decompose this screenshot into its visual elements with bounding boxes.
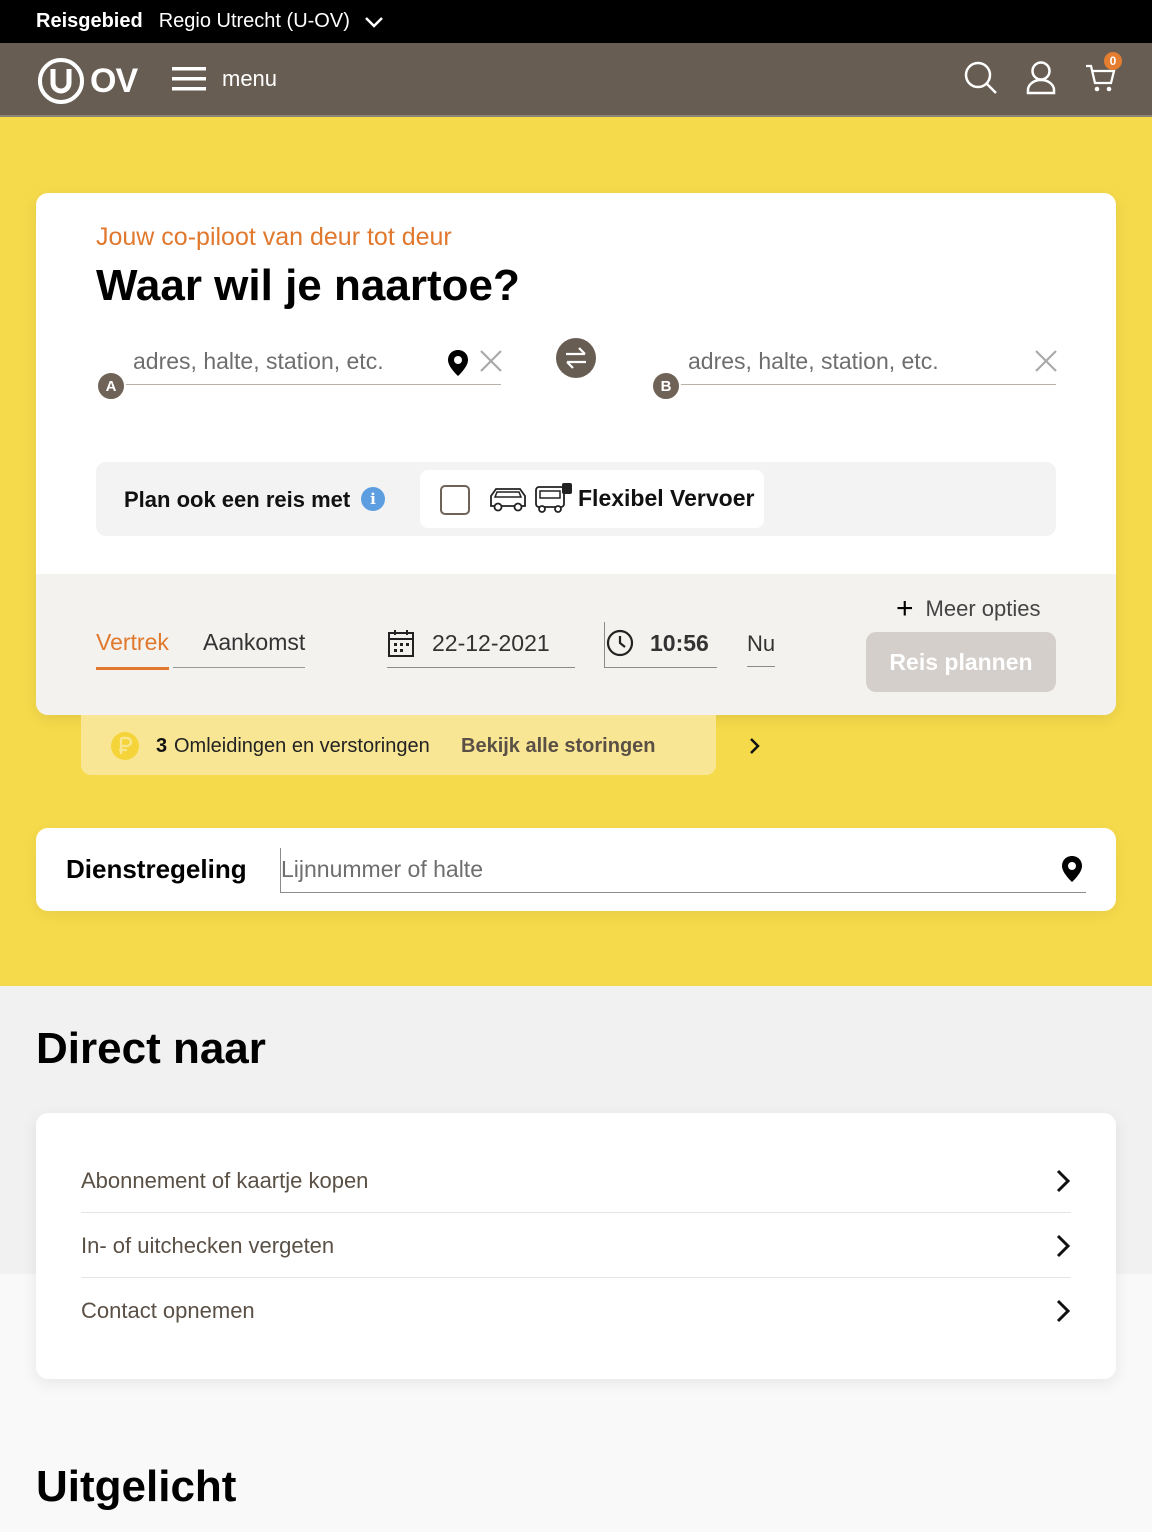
- direct-heading: Direct naar: [36, 1024, 266, 1073]
- planner-options: Vertrek Aankomst 22-12-2021 10:56 Nu + M…: [36, 574, 1116, 715]
- date-value: 22-12-2021: [432, 630, 550, 656]
- marker-a: A: [96, 371, 126, 401]
- flex-transport-label: Flexibel Vervoer: [578, 485, 755, 511]
- clear-from-icon[interactable]: [479, 349, 503, 378]
- timetable-placeholder: Lijnnummer of halte: [281, 856, 483, 882]
- featured-heading: Uitgelicht: [36, 1462, 237, 1511]
- region-label: Reisgebied: [36, 10, 143, 32]
- location-pin-icon[interactable]: [1061, 855, 1083, 888]
- region-bar: Reisgebied Regio Utrecht (U-OV): [0, 0, 1152, 43]
- region-selector[interactable]: Regio Utrecht (U-OV): [159, 10, 350, 33]
- logo-text: OV: [90, 61, 138, 100]
- direct-item-label: Abonnement of kaartje kopen: [81, 1168, 369, 1193]
- more-options-button[interactable]: + Meer opties: [896, 592, 1041, 625]
- chevron-right-icon: [749, 737, 761, 760]
- from-field[interactable]: adres, halte, station, etc. A: [96, 333, 503, 401]
- menu-label: menu: [222, 66, 278, 91]
- chevron-right-icon: [1055, 1298, 1071, 1329]
- site-header: OV menu: [0, 43, 1152, 117]
- marker-b: B: [651, 371, 681, 401]
- flex-bus-icon: [532, 482, 574, 519]
- flex-transport-option[interactable]: Flexibel Vervoer: [420, 470, 764, 528]
- user-icon[interactable]: [1025, 60, 1057, 101]
- direct-item-subscription[interactable]: Abonnement of kaartje kopen: [81, 1148, 1071, 1213]
- now-button[interactable]: Nu: [747, 631, 776, 667]
- view-disruptions-link[interactable]: Bekijk alle storingen: [461, 735, 656, 758]
- location-pin-icon[interactable]: [447, 349, 469, 382]
- tab-vertrek[interactable]: Vertrek: [96, 629, 169, 670]
- disruption-count: 3: [156, 735, 168, 757]
- time-value: 10:56: [650, 630, 709, 656]
- more-options-label: Meer opties: [925, 596, 1041, 621]
- taxi-van-icon: [488, 484, 528, 519]
- timetable-input[interactable]: Lijnnummer of halte: [280, 848, 1086, 893]
- direct-links-card: Abonnement of kaartje kopen In- of uitch…: [36, 1113, 1116, 1379]
- info-icon[interactable]: i: [361, 487, 385, 511]
- direct-item-label: In- of uitchecken vergeten: [81, 1233, 335, 1258]
- direct-item-checkin[interactable]: In- of uitchecken vergeten: [81, 1213, 1071, 1278]
- plus-icon: +: [896, 592, 914, 625]
- chevron-down-icon[interactable]: [364, 15, 384, 29]
- to-field[interactable]: adres, halte, station, etc. B: [651, 333, 1058, 401]
- time-field[interactable]: 10:56: [604, 622, 717, 668]
- hamburger-icon: [172, 67, 206, 91]
- swap-icon: [566, 347, 586, 369]
- swap-button[interactable]: [556, 338, 596, 378]
- u-logo-icon: [38, 58, 84, 104]
- plan-journey-button[interactable]: Reis plannen: [866, 632, 1056, 692]
- planner-title: Waar wil je naartoe?: [96, 261, 520, 310]
- clear-to-icon[interactable]: [1034, 349, 1058, 378]
- disruption-text: Omleidingen en verstoringen: [174, 735, 430, 757]
- to-placeholder: adres, halte, station, etc.: [688, 348, 939, 374]
- direct-item-contact[interactable]: Contact opnemen: [81, 1278, 1071, 1343]
- chevron-right-icon: [1055, 1233, 1071, 1264]
- u-ov-logo[interactable]: OV: [36, 56, 138, 106]
- search-icon[interactable]: [964, 60, 998, 101]
- menu-button[interactable]: menu: [172, 65, 277, 93]
- timetable-label: Dienstregeling: [66, 854, 247, 884]
- tab-aankomst[interactable]: Aankomst: [173, 629, 306, 668]
- flex-transport-row: Plan ook een reis met i Flexibel Vervoer: [96, 462, 1056, 536]
- timetable-search: Dienstregeling Lijnnummer of halte: [36, 828, 1116, 911]
- cart-count-badge: 0: [1104, 52, 1122, 70]
- disruption-icon: [111, 732, 139, 760]
- journey-planner: Jouw co-piloot van deur tot deur Waar wi…: [36, 193, 1116, 715]
- disruptions-banner[interactable]: 3 Omleidingen en verstoringen Bekijk all…: [81, 715, 760, 775]
- direct-item-label: Contact opnemen: [81, 1298, 255, 1323]
- planner-tagline: Jouw co-piloot van deur tot deur: [96, 223, 452, 251]
- flex-transport-checkbox[interactable]: [440, 485, 470, 515]
- clock-icon: [605, 628, 635, 663]
- from-placeholder: adres, halte, station, etc.: [133, 348, 384, 374]
- date-field[interactable]: 22-12-2021: [387, 626, 575, 668]
- chevron-right-icon: [1055, 1168, 1071, 1199]
- calendar-icon: [387, 628, 415, 663]
- plan-also-label: Plan ook een reis met: [124, 487, 351, 512]
